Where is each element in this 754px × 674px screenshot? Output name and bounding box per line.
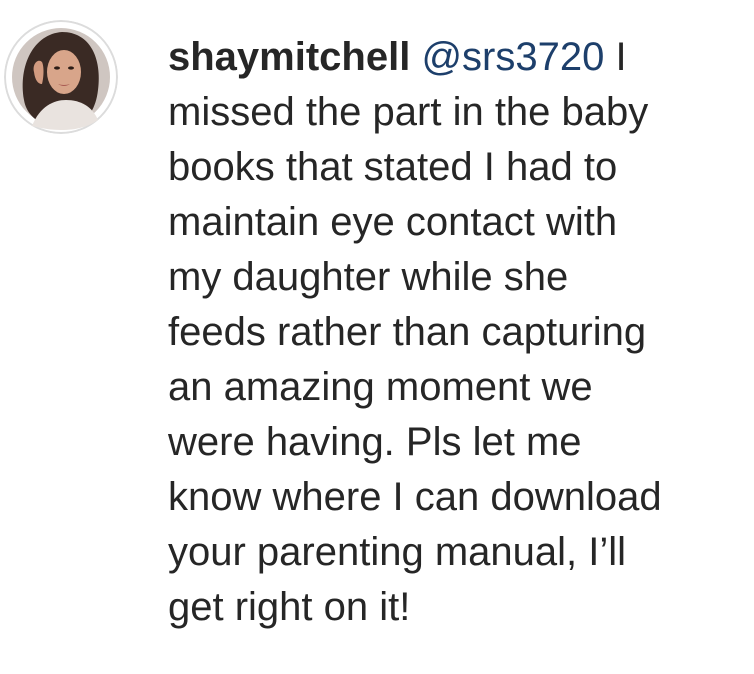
comment-text-line: I [615,35,627,79]
comment-first-line: shaymitchell @srs3720 I [168,30,728,85]
comment-text-line: get right on it! [168,585,411,629]
comment-text-line: missed the part in the baby [168,90,649,134]
comment-text-line: were having. Pls let me [168,420,582,464]
comment-username[interactable]: shaymitchell [168,35,410,79]
comment-body: shaymitchell @srs3720 I missed the part … [168,30,728,635]
comment-text-line: my daughter while she [168,255,569,299]
comment-text-line: your parenting manual, I’ll [168,530,627,574]
comment-mention[interactable]: @srs3720 [421,35,604,79]
profile-photo-icon [4,20,118,134]
comment: shaymitchell @srs3720 I missed the part … [0,0,754,674]
avatar[interactable] [4,20,118,134]
comment-text-line: feeds rather than capturing [168,310,647,354]
comment-text-line: maintain eye contact with [168,200,618,244]
comment-text-line: an amazing moment we [168,365,593,409]
comment-text-line: books that stated I had to [168,145,618,189]
comment-text-line: know where I can download [168,475,662,519]
